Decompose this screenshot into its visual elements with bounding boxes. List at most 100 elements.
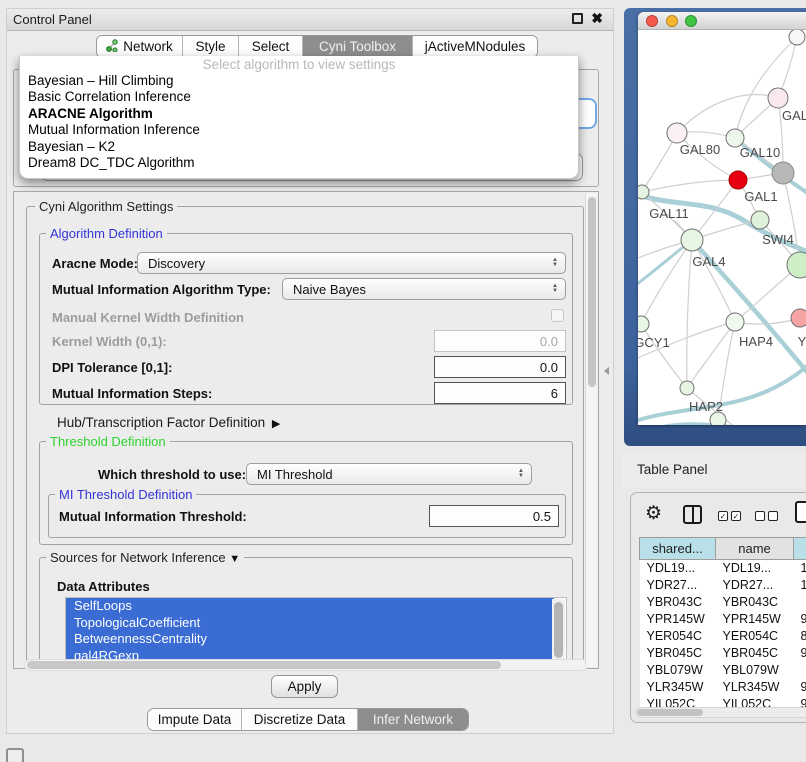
tab-network[interactable]: Network (97, 36, 183, 57)
attribute-list-item[interactable]: BetweennessCentrality (66, 631, 554, 648)
table-cell[interactable]: YBL079W (640, 662, 716, 679)
mi-algorithm-type-combobox[interactable]: Naive Bayes ▲▼ (282, 278, 566, 300)
table-cell[interactable] (794, 662, 806, 679)
split-columns-icon[interactable] (683, 505, 702, 524)
table-cell[interactable]: YDL19... (716, 560, 794, 577)
table-row[interactable]: YLR345WYLR345W9. (640, 679, 806, 696)
network-node[interactable] (789, 30, 805, 45)
table-cell[interactable]: 9. (794, 611, 806, 628)
zoom-traffic-light-icon[interactable] (685, 15, 697, 27)
network-node[interactable] (726, 313, 744, 331)
aracne-mode-combobox[interactable]: Discovery ▲▼ (137, 252, 566, 274)
dpi-tolerance-input[interactable] (434, 356, 566, 378)
tab-discretize-data[interactable]: Discretize Data (242, 709, 358, 730)
algorithm-option[interactable]: Bayesian – K2 (20, 139, 578, 155)
algorithm-combobox-fragment[interactable] (576, 98, 597, 129)
attribute-list-item[interactable]: TopologicalCoefficient (66, 615, 554, 632)
network-edge[interactable] (641, 240, 692, 324)
hub-definition-expander[interactable]: Hub/Transcription Factor Definition ▶ (57, 415, 280, 430)
table-cell[interactable]: YBL079W (716, 662, 794, 679)
tab-infer-network[interactable]: Infer Network (358, 709, 468, 730)
table-cell[interactable]: YBR043C (640, 594, 716, 611)
table-row[interactable]: YER054CYER054C8. (640, 628, 806, 645)
table-cell[interactable]: 13 (794, 560, 806, 577)
table-column-header[interactable]: shared... (640, 538, 716, 560)
network-node[interactable] (772, 162, 794, 184)
table-cell[interactable]: YDL19... (640, 560, 716, 577)
minimized-panel-icon[interactable] (6, 748, 24, 762)
table-horizontal-scrollbar[interactable] (635, 707, 806, 718)
settings-horizontal-scrollbar[interactable] (24, 659, 588, 671)
settings-vertical-scrollbar[interactable] (585, 193, 597, 667)
network-node[interactable] (680, 381, 694, 395)
settings-hscroll-thumb[interactable] (27, 661, 501, 669)
float-panel-icon[interactable] (572, 13, 583, 24)
list-scrollbar-thumb[interactable] (554, 602, 563, 658)
network-edge[interactable] (641, 324, 687, 388)
network-node[interactable] (751, 211, 769, 229)
table-cell[interactable]: YPR145W (640, 611, 716, 628)
table-cell[interactable]: YLR345W (640, 679, 716, 696)
algorithm-option[interactable]: Basic Correlation Inference (20, 89, 578, 105)
network-window-titlebar[interactable] (638, 12, 806, 30)
table-column-header[interactable]: name (716, 538, 794, 560)
table-row[interactable]: YPR145WYPR145W9. (640, 611, 806, 628)
tab-cyni-toolbox[interactable]: Cyni Toolbox (303, 36, 413, 57)
network-canvas[interactable]: GALGAL80GAL10GAL1GAL11SWI4GAL4GCY1HAP4YH… (638, 30, 806, 425)
settings-vscroll-thumb[interactable] (588, 197, 596, 387)
network-node[interactable] (681, 229, 703, 251)
table-function-icon[interactable] (795, 501, 806, 523)
table-row[interactable]: YDR27...YDR27...12 (640, 577, 806, 594)
mi-threshold-input[interactable] (429, 505, 559, 527)
table-cell[interactable]: 8. (794, 628, 806, 645)
select-all-icon[interactable]: ✓ ✓ (718, 511, 741, 521)
table-row[interactable]: YBR045CYBR045C9. (640, 645, 806, 662)
minimize-traffic-light-icon[interactable] (666, 15, 678, 27)
table-cell[interactable]: YPR145W (716, 611, 794, 628)
algorithm-option[interactable]: Dream8 DC_TDC Algorithm (20, 155, 578, 171)
algorithm-option[interactable]: Bayesian – Hill Climbing (20, 73, 578, 89)
gear-icon[interactable]: ⚙ (645, 502, 662, 525)
table-cell[interactable]: YER054C (640, 628, 716, 645)
network-edge[interactable] (648, 424, 806, 425)
network-edge[interactable] (642, 180, 738, 192)
table-cell[interactable]: YLR345W (716, 679, 794, 696)
mi-steps-input[interactable] (434, 382, 566, 404)
table-cell[interactable]: YBR043C (716, 594, 794, 611)
tab-jactivemnodules[interactable]: jActiveMNodules (413, 36, 537, 57)
kernel-width-input[interactable] (434, 330, 566, 352)
splitter-collapse-icon[interactable] (604, 367, 609, 375)
table-cell[interactable]: YDR27... (716, 577, 794, 594)
data-attributes-list[interactable]: SelfLoopsTopologicalCoefficientBetweenne… (65, 597, 567, 663)
manual-kernel-width-checkbox[interactable] (551, 309, 564, 322)
close-panel-icon[interactable]: ✖ (591, 13, 603, 24)
table-cell[interactable] (794, 594, 806, 611)
table-cell[interactable]: 9. (794, 645, 806, 662)
table-cell[interactable]: YBR045C (640, 645, 716, 662)
network-edge[interactable] (677, 95, 778, 133)
table-row[interactable]: YBL079WYBL079W (640, 662, 806, 679)
table-cell[interactable]: 12 (794, 577, 806, 594)
sources-group-title[interactable]: Sources for Network Inference ▼ (46, 550, 244, 565)
tab-impute-data[interactable]: Impute Data (148, 709, 242, 730)
tab-select[interactable]: Select (239, 36, 303, 57)
network-edge[interactable] (687, 240, 692, 388)
table-cell[interactable]: YBR045C (716, 645, 794, 662)
table-column-header[interactable] (794, 538, 806, 560)
close-traffic-light-icon[interactable] (646, 15, 658, 27)
network-node[interactable] (768, 88, 788, 108)
algorithm-option[interactable]: ARACNE Algorithm (20, 106, 578, 122)
which-threshold-combobox[interactable]: MI Threshold ▲▼ (246, 463, 532, 485)
deselect-all-icon[interactable] (755, 511, 778, 521)
network-node[interactable] (729, 171, 747, 189)
table-cell[interactable]: 9. (794, 679, 806, 696)
table-hscroll-thumb[interactable] (637, 709, 703, 716)
table-row[interactable]: YBR043CYBR043C (640, 594, 806, 611)
tab-style[interactable]: Style (183, 36, 239, 57)
list-vertical-scrollbar[interactable] (552, 599, 565, 661)
table-row[interactable]: YDL19...YDL19...13 (640, 560, 806, 577)
network-node[interactable] (638, 185, 649, 199)
attribute-list-item[interactable]: SelfLoops (66, 598, 554, 615)
network-node[interactable] (791, 309, 806, 327)
table-cell[interactable]: YDR27... (640, 577, 716, 594)
